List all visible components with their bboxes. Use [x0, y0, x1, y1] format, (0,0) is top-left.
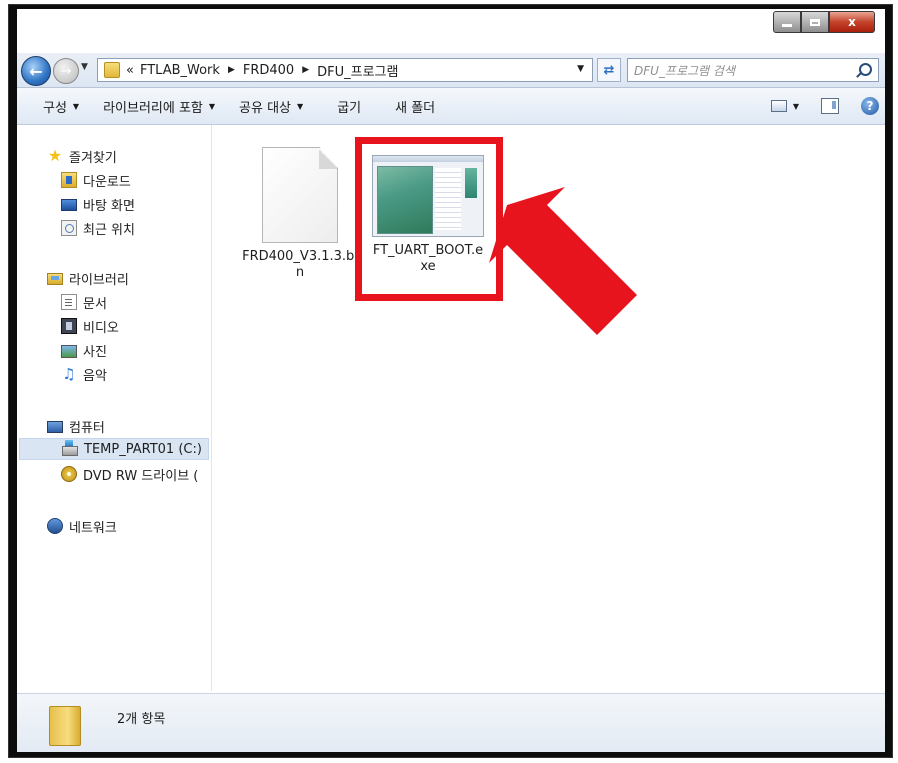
explorer-window: x ← → ▼ « FTLAB_Work ▶ FRD400 ▶ DFU_프로그램… — [17, 9, 885, 752]
screenshot-frame: x ← → ▼ « FTLAB_Work ▶ FRD400 ▶ DFU_프로그램… — [8, 4, 893, 758]
annotation-arrow-icon — [489, 187, 637, 335]
